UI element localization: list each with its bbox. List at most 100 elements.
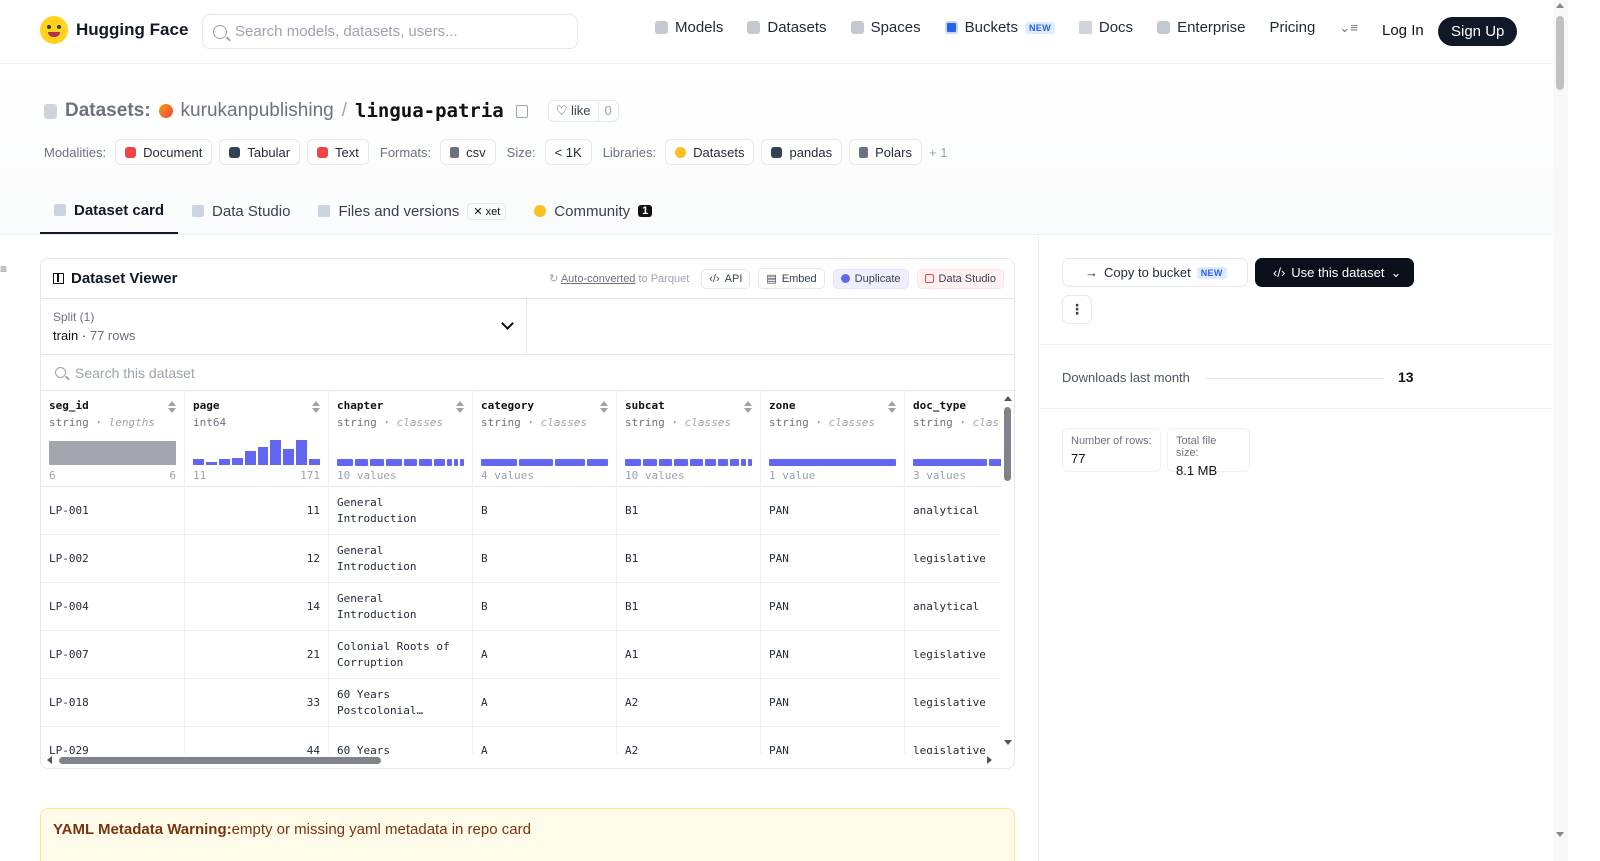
table-cell[interactable]: LP-002 [41, 535, 184, 583]
scroll-right-icon[interactable] [987, 756, 992, 764]
global-search-input[interactable]: Search models, datasets, users... [202, 14, 578, 49]
scroll-down-icon[interactable] [1556, 832, 1564, 837]
table-cell[interactable]: 44 [185, 727, 328, 755]
table-vertical-scrollbar[interactable] [1001, 391, 1014, 754]
class-segment[interactable] [403, 459, 417, 466]
histogram-bar[interactable] [231, 457, 243, 465]
tag-text[interactable]: Text [307, 139, 369, 165]
class-segment[interactable] [913, 459, 987, 466]
class-segment[interactable] [740, 459, 746, 466]
column-header[interactable]: zone string · classes 1 value [761, 391, 904, 487]
class-segment[interactable] [587, 459, 608, 466]
tab-files[interactable]: Files and versions ✕ xet [304, 188, 520, 234]
split-selector[interactable]: Split (1) train · 77 rows [41, 299, 527, 354]
class-segment[interactable] [988, 459, 1001, 466]
nav-pricing[interactable]: Pricing [1269, 19, 1315, 36]
table-cell[interactable]: 21 [185, 631, 328, 679]
nav-docs[interactable]: Docs [1078, 19, 1133, 36]
data-studio-button[interactable]: Data Studio [916, 268, 1004, 289]
histogram-bar[interactable] [244, 450, 256, 465]
table-cell[interactable]: A2 [617, 727, 760, 755]
copy-to-bucket-button[interactable]: → Copy to bucket NEW [1062, 258, 1248, 287]
table-cell[interactable]: legislative [905, 631, 1001, 679]
class-segment[interactable] [704, 459, 716, 466]
class-segment[interactable] [674, 459, 688, 466]
table-cell[interactable]: analytical [905, 583, 1001, 631]
class-segment[interactable] [717, 459, 729, 466]
table-cell[interactable]: 33 [185, 679, 328, 727]
histogram-bar[interactable] [218, 459, 230, 465]
histogram-bar[interactable] [270, 440, 282, 465]
table-cell[interactable]: General Introduction [329, 535, 472, 583]
table-cell[interactable]: LP-018 [41, 679, 184, 727]
table-horizontal-scrollbar[interactable] [41, 754, 1001, 768]
table-cell[interactable]: B1 [617, 583, 760, 631]
class-segment[interactable] [625, 459, 642, 466]
tag-tabular[interactable]: Tabular [219, 139, 301, 165]
sort-icon[interactable] [168, 401, 176, 413]
class-segment[interactable] [354, 459, 369, 466]
table-cell[interactable]: A [473, 727, 616, 755]
nav-models[interactable]: Models [655, 19, 723, 36]
table-cell[interactable]: B [473, 583, 616, 631]
dataset-search-input[interactable]: Search this dataset [41, 355, 1014, 391]
table-cell[interactable]: A1 [617, 631, 760, 679]
tag-csv[interactable]: csv [440, 139, 496, 165]
table-cell[interactable]: B1 [617, 535, 760, 583]
class-segment[interactable] [454, 459, 459, 466]
org-avatar[interactable] [158, 104, 173, 118]
scroll-up-icon[interactable] [1004, 396, 1012, 401]
table-cell[interactable]: PAN [761, 487, 904, 535]
table-cell[interactable]: 60 Years Postcolonial… [329, 679, 472, 727]
sort-icon[interactable] [744, 401, 752, 413]
table-cell[interactable]: 14 [185, 583, 328, 631]
column-header[interactable]: doc_type string · clas 3 values [905, 391, 1001, 487]
class-segment[interactable] [434, 459, 445, 466]
column-header[interactable]: category string · classes 4 values [473, 391, 616, 487]
toc-toggle-icon[interactable]: ≡ [0, 262, 8, 276]
table-cell[interactable]: LP-004 [41, 583, 184, 631]
class-segment[interactable] [418, 459, 433, 466]
tag-polars[interactable]: Polars [849, 139, 922, 165]
nav-datasets[interactable]: Datasets [747, 19, 827, 36]
class-segment[interactable] [730, 459, 739, 466]
repo-name[interactable]: lingua-patria [355, 100, 504, 122]
class-segment[interactable] [370, 459, 384, 466]
class-segment[interactable] [769, 459, 896, 466]
table-cell[interactable]: Colonial Roots of Corruption [329, 631, 472, 679]
tab-dataset-card[interactable]: Dataset card [40, 188, 179, 234]
page-scroll-thumb[interactable] [1556, 16, 1564, 90]
histogram-bar[interactable] [193, 458, 204, 465]
class-segment[interactable] [519, 459, 554, 466]
class-segment[interactable] [446, 459, 453, 466]
sort-icon[interactable] [600, 401, 608, 413]
histogram-bar[interactable] [309, 459, 321, 465]
embed-button[interactable]: ▤ Embed [758, 268, 825, 289]
like-button[interactable]: ♡ like 0 [547, 100, 619, 122]
table-cell[interactable]: LP-007 [41, 631, 184, 679]
table-cell[interactable]: legislative [905, 727, 1001, 755]
nav-buckets[interactable]: Buckets NEW [944, 19, 1055, 36]
table-cell[interactable]: B [473, 487, 616, 535]
column-header[interactable]: page int64 11 171 [185, 391, 328, 487]
api-button[interactable]: ‹/› API [701, 268, 751, 289]
table-cell[interactable]: 12 [185, 535, 328, 583]
more-libraries[interactable]: + 1 [929, 145, 947, 160]
table-cell[interactable]: PAN [761, 535, 904, 583]
copy-icon[interactable] [515, 104, 528, 118]
histogram-bar[interactable] [205, 461, 217, 465]
table-cell[interactable]: General Introduction [329, 583, 472, 631]
table-cell[interactable]: B [473, 535, 616, 583]
auto-converted-link[interactable]: Auto-converted [561, 273, 636, 285]
nav-enterprise[interactable]: Enterprise [1157, 19, 1245, 36]
sort-icon[interactable] [888, 401, 896, 413]
page-scrollbar[interactable] [1553, 0, 1568, 861]
tab-data-studio[interactable]: Data Studio [178, 188, 304, 234]
org-name[interactable]: kurukanpublishing [181, 100, 334, 122]
scroll-down-icon[interactable] [1004, 740, 1012, 745]
table-cell[interactable]: General Introduction [329, 487, 472, 535]
histogram-bar[interactable] [257, 446, 269, 465]
repo-type-label[interactable]: Datasets: [65, 100, 151, 122]
column-header[interactable]: seg_id string · lengths 6 6 [41, 391, 184, 487]
login-link[interactable]: Log In [1382, 22, 1424, 39]
